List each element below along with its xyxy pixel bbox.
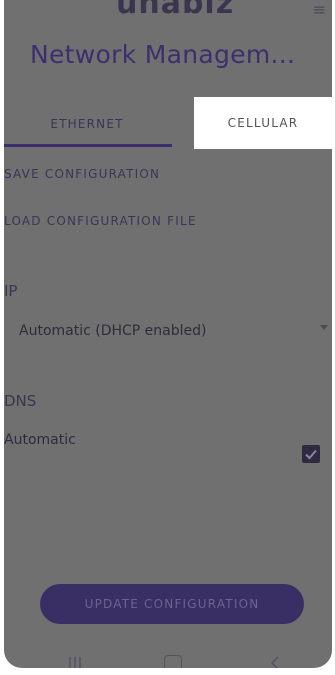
tab-ethernet[interactable]: ETHERNET bbox=[4, 98, 170, 150]
update-configuration-button[interactable]: UPDATE CONFIGURATION bbox=[40, 584, 304, 624]
caret-down-icon bbox=[320, 325, 328, 330]
ip-section-label: IP bbox=[4, 282, 18, 300]
ip-mode-select[interactable]: Automatic (DHCP enabled) bbox=[4, 312, 332, 352]
home-icon[interactable] bbox=[164, 655, 182, 668]
page-title: Network Managem... bbox=[30, 40, 296, 69]
tab-active-indicator bbox=[4, 144, 172, 147]
save-configuration-button[interactable]: SAVE CONFIGURATION bbox=[4, 167, 160, 181]
recents-icon[interactable] bbox=[68, 656, 82, 668]
dns-section-label: DNS bbox=[4, 392, 37, 410]
more-icon[interactable]: ≡ bbox=[313, 0, 326, 19]
phone-frame: unabiz ≡ Network Managem... ETHERNET CEL… bbox=[0, 0, 335, 675]
check-icon bbox=[305, 449, 317, 460]
back-icon[interactable] bbox=[270, 655, 280, 668]
app-screen: unabiz ≡ Network Managem... ETHERNET CEL… bbox=[4, 0, 332, 668]
dns-automatic-checkbox[interactable] bbox=[302, 445, 320, 463]
dns-automatic-label: Automatic bbox=[4, 432, 76, 448]
brand-logo: unabiz bbox=[116, 0, 235, 21]
system-navigation-bar bbox=[4, 640, 332, 668]
load-configuration-file-button[interactable]: LOAD CONFIGURATION FILE bbox=[4, 214, 197, 228]
tab-cellular[interactable]: CELLULAR bbox=[194, 97, 332, 149]
ip-mode-value: Automatic (DHCP enabled) bbox=[19, 323, 207, 339]
